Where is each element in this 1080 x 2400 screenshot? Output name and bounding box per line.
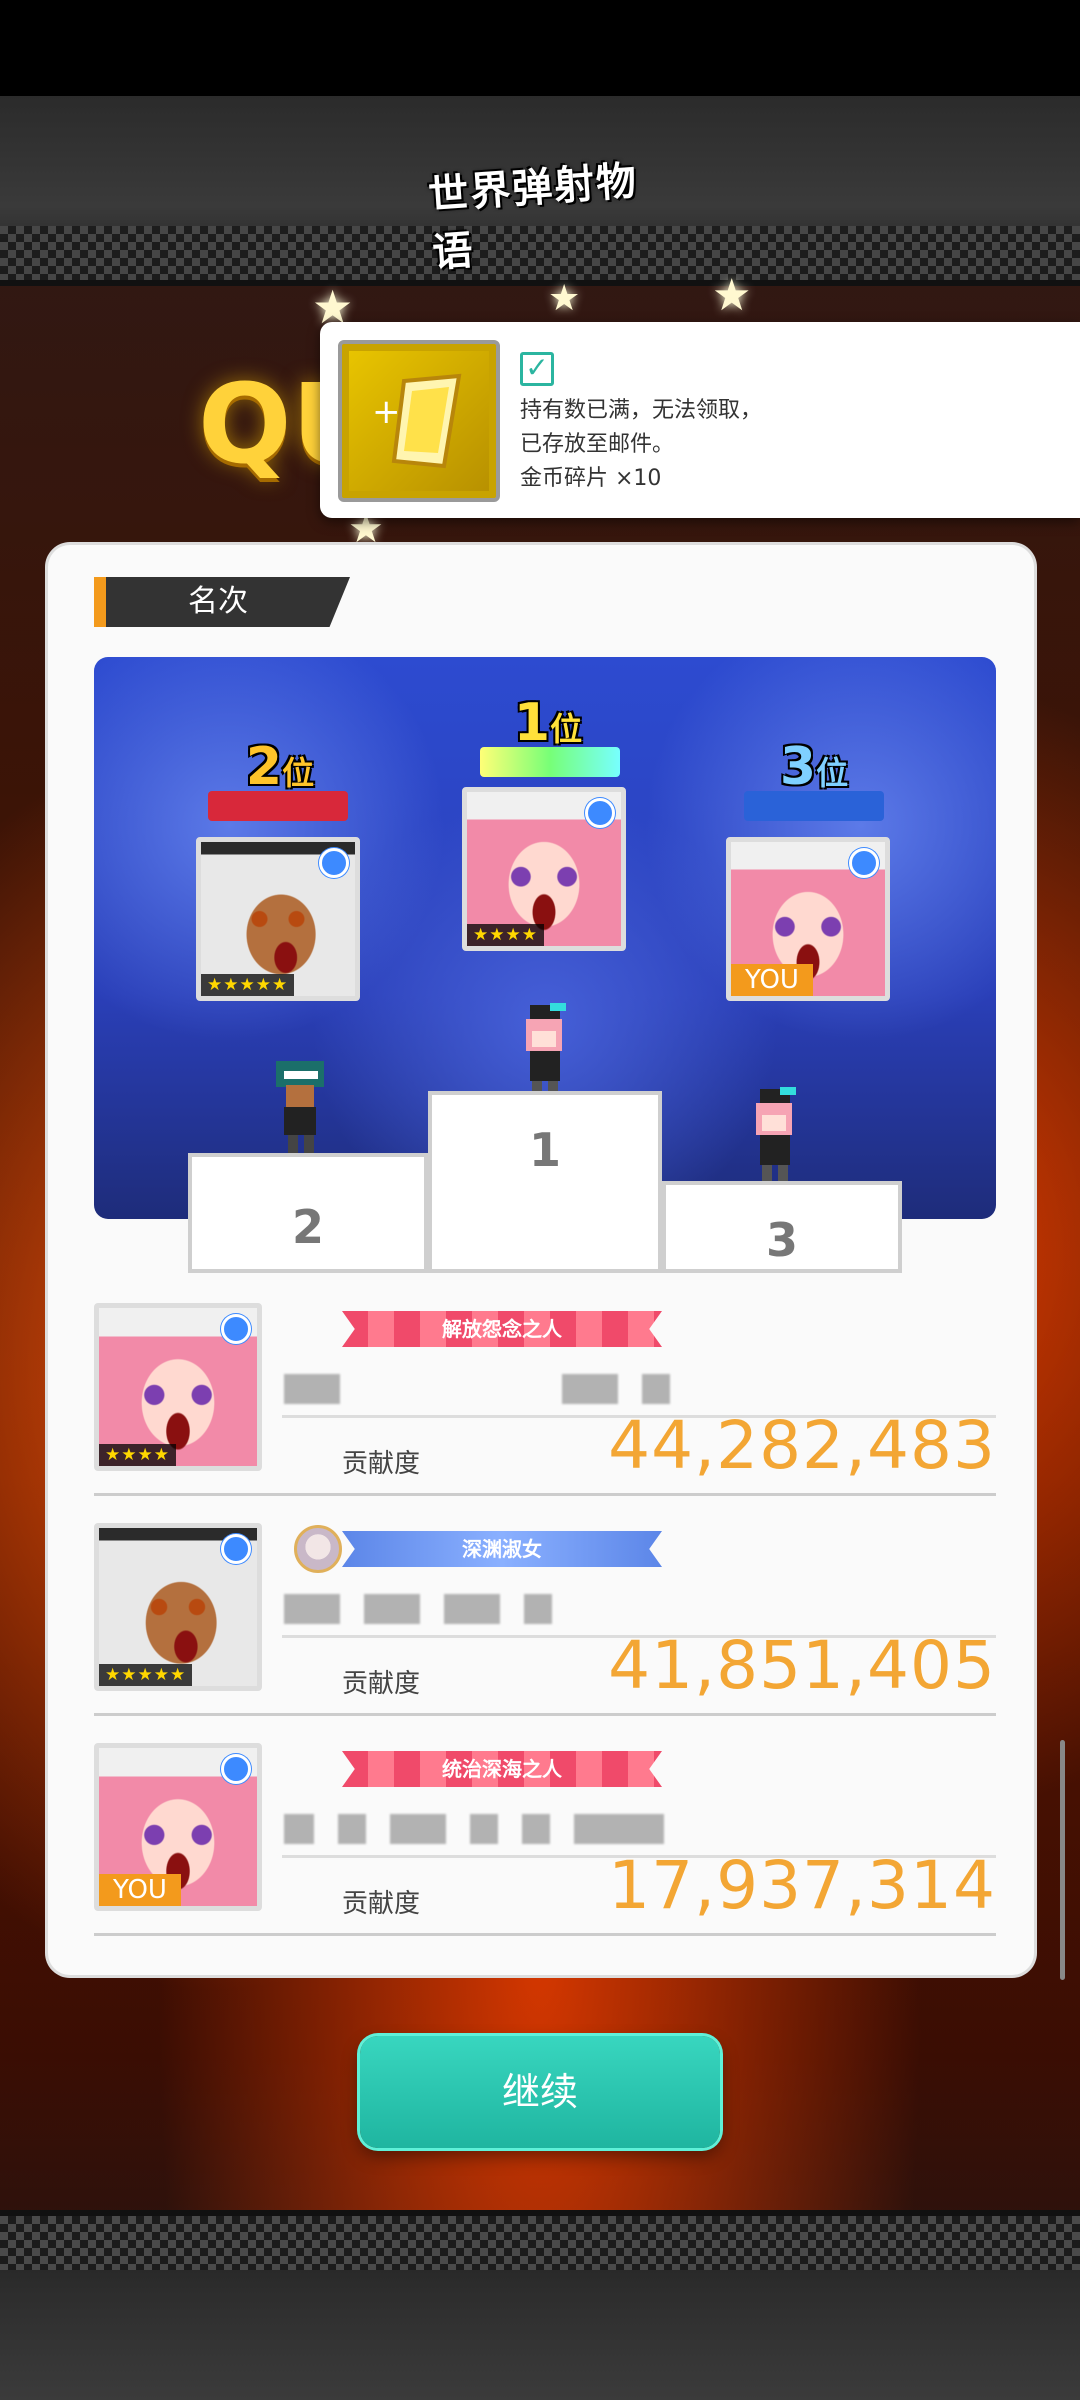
ranking-row-1[interactable]: ★★★★ 解放怨念之人 贡献度 44,282,483 bbox=[94, 1303, 996, 1521]
ranking-panel: 名次 2位 ★★★★★ 1位 ★★★★ 3位 YOU 2 1 3 ★★★★ 解放… bbox=[48, 545, 1034, 1975]
continue-button[interactable]: 继续 bbox=[360, 2036, 720, 2148]
checkbox-icon: ✓ bbox=[520, 352, 554, 386]
player-name-redacted bbox=[284, 1807, 664, 1851]
character-sprite bbox=[276, 1061, 324, 1153]
player-name-redacted bbox=[284, 1367, 670, 1411]
podium-block-2: 2 bbox=[188, 1153, 428, 1273]
contribution-value: 44,282,483 bbox=[608, 1407, 996, 1484]
marker-icon bbox=[849, 848, 879, 878]
player-name-redacted bbox=[284, 1587, 552, 1631]
gold-coin-fragment-icon: + bbox=[372, 373, 462, 469]
ranking-tab: 名次 bbox=[94, 577, 350, 627]
ranking-row-3[interactable]: YOU 统治深海之人 贡献度 17,937,314 bbox=[94, 1743, 996, 1961]
star-icon: ★ bbox=[548, 278, 581, 319]
contribution-label: 贡献度 bbox=[342, 1889, 421, 1919]
star-icon: ★ bbox=[712, 270, 752, 321]
notification-line-2: 已存放至邮件。 bbox=[520, 432, 675, 457]
svg-text:+: + bbox=[372, 392, 401, 432]
rarity-stars: ★★★★★ bbox=[99, 1664, 193, 1686]
player-portrait[interactable]: ★★★★★ bbox=[94, 1523, 262, 1691]
player-title: 深渊淑女 bbox=[342, 1531, 662, 1567]
mail-notification: + ✓ 持有数已满，无法领取， 已存放至邮件。 金币碎片 ×10 bbox=[320, 322, 1080, 518]
contribution-label: 贡献度 bbox=[342, 1449, 421, 1479]
scrollbar[interactable] bbox=[1060, 1740, 1065, 1980]
title-avatar-icon bbox=[294, 1525, 342, 1573]
marker-icon bbox=[221, 1534, 251, 1564]
character-sprite bbox=[526, 1003, 566, 1099]
player-title: 统治深海之人 bbox=[342, 1751, 662, 1787]
player-portrait[interactable]: ★★★★ bbox=[94, 1303, 262, 1471]
ranking-row-2[interactable]: ★★★★★ 深渊淑女 贡献度 41,851,405 bbox=[94, 1523, 996, 1741]
character-sprite bbox=[756, 1087, 796, 1183]
footer-band bbox=[0, 2210, 1080, 2400]
contribution-value: 17,937,314 bbox=[608, 1847, 996, 1924]
marker-icon bbox=[221, 1314, 251, 1344]
rank-1-ribbon: 1位 bbox=[513, 693, 583, 753]
podium-block-3: 3 bbox=[662, 1181, 902, 1273]
ranking-tab-label: 名次 bbox=[188, 584, 248, 619]
marker-icon bbox=[221, 1754, 251, 1784]
notification-line-3: 金币碎片 ×10 bbox=[520, 466, 662, 491]
player-portrait[interactable]: YOU bbox=[94, 1743, 262, 1911]
marker-icon bbox=[319, 848, 349, 878]
rank-1-portrait[interactable]: ★★★★ bbox=[462, 787, 626, 951]
rarity-stars: ★★★★ bbox=[99, 1444, 176, 1466]
rank-3-portrait[interactable]: YOU bbox=[726, 837, 890, 1001]
game-logo: 世界弹射物语 bbox=[426, 158, 640, 277]
contribution-value: 41,851,405 bbox=[608, 1627, 996, 1704]
rank-2-portrait[interactable]: ★★★★★ bbox=[196, 837, 360, 1001]
rarity-stars: ★★★★★ bbox=[201, 974, 295, 996]
rank-2-ribbon: 2位 bbox=[245, 737, 315, 797]
player-title: 解放怨念之人 bbox=[342, 1311, 662, 1347]
you-badge: YOU bbox=[731, 964, 813, 996]
you-badge: YOU bbox=[99, 1874, 181, 1906]
notification-line-1: 持有数已满，无法领取， bbox=[520, 398, 763, 423]
podium-block-1: 1 bbox=[428, 1091, 662, 1273]
contribution-label: 贡献度 bbox=[342, 1669, 421, 1699]
rarity-stars: ★★★★ bbox=[467, 924, 544, 946]
item-frame: + bbox=[338, 340, 500, 502]
marker-icon bbox=[585, 798, 615, 828]
rank-3-ribbon: 3位 bbox=[779, 737, 849, 797]
